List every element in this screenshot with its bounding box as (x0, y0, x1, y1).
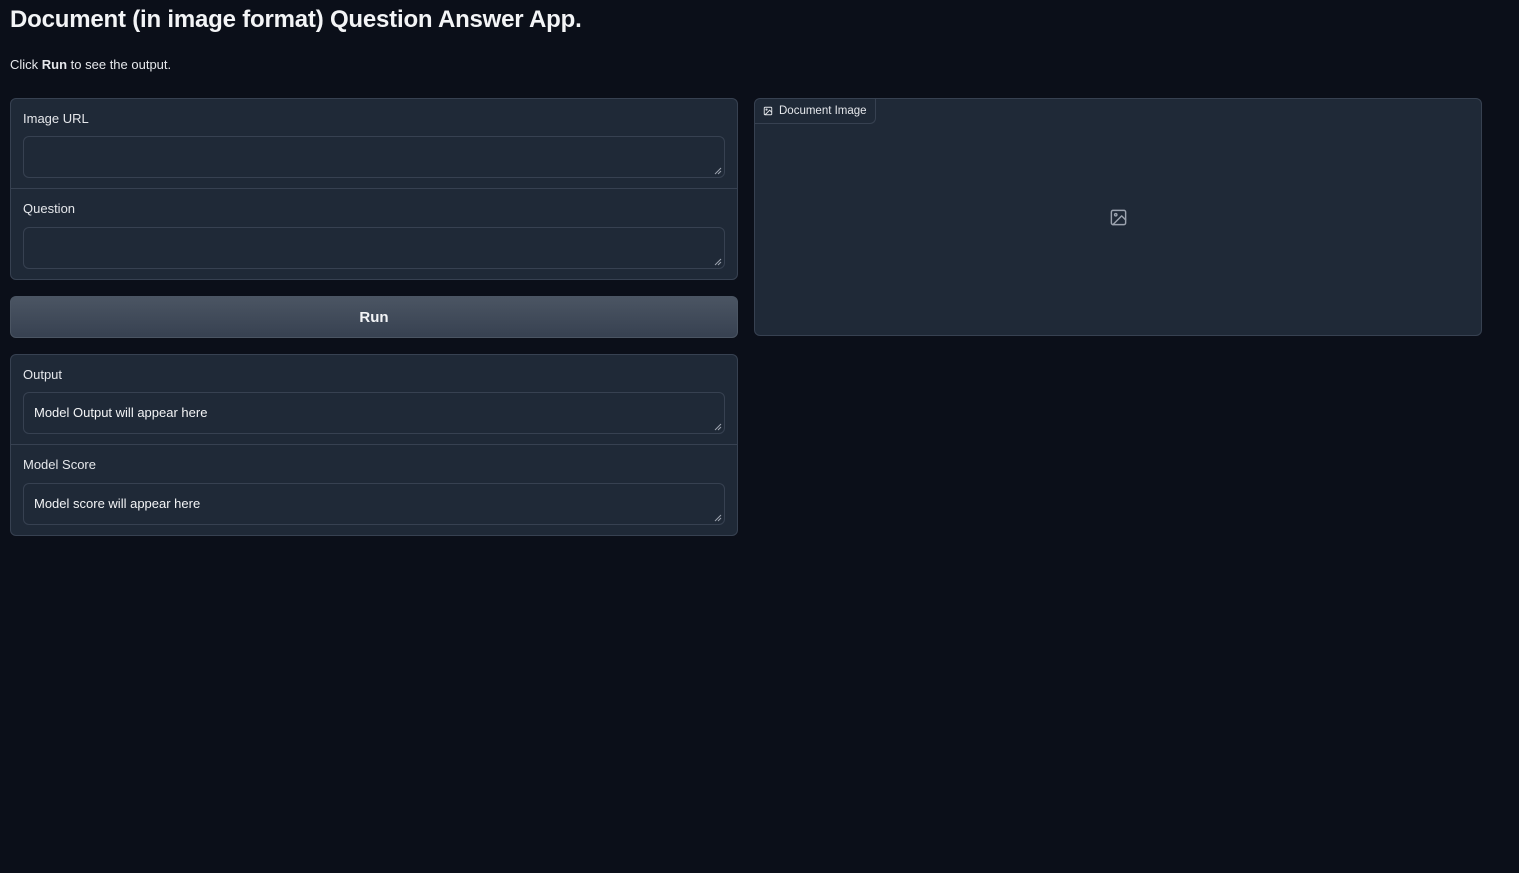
question-label: Question (23, 201, 76, 216)
resize-handle-icon[interactable] (714, 514, 722, 522)
field-divider (11, 444, 737, 445)
page-title: Document (in image format) Question Answ… (10, 6, 582, 33)
output-label: Output (23, 367, 63, 382)
output-field[interactable]: Model Output will appear here (23, 392, 725, 434)
input-panel: Image URL Question (10, 98, 738, 280)
image-url-label: Image URL (23, 111, 89, 126)
resize-handle-icon[interactable] (714, 423, 722, 431)
run-emphasis: Run (41, 57, 68, 72)
run-button[interactable]: Run (10, 296, 738, 338)
model-score-value: Model score will appear here (34, 496, 201, 511)
model-score-field[interactable]: Model score will appear here (23, 483, 725, 525)
document-image-label: Document Image (779, 105, 867, 117)
output-panel: Output Model Output will appear here Mod… (10, 354, 738, 536)
resize-handle-icon[interactable] (714, 167, 722, 175)
field-divider (11, 188, 737, 189)
page-description: Click Run to see the output. (10, 57, 172, 72)
document-image-label-tab: Document Image (755, 99, 876, 124)
output-value: Model Output will appear here (34, 405, 208, 420)
image-placeholder-icon (1110, 209, 1127, 226)
image-icon (763, 106, 773, 116)
resize-handle-icon[interactable] (714, 258, 722, 266)
model-score-label: Model Score (23, 457, 96, 472)
document-image-panel[interactable]: Document Image (754, 98, 1482, 336)
image-url-input[interactable] (23, 136, 725, 178)
question-input[interactable] (23, 227, 725, 269)
